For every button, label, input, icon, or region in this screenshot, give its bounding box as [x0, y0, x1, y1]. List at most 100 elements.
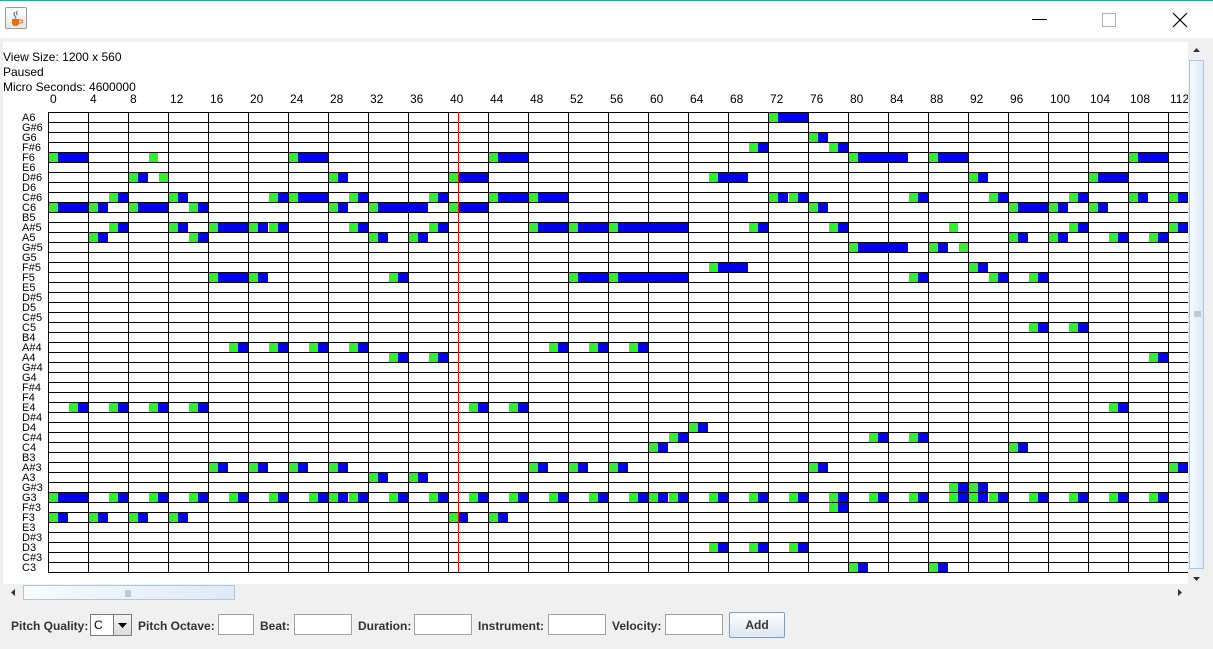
- note-start: [1029, 273, 1038, 282]
- note-start: [829, 493, 838, 502]
- note-start: [49, 513, 58, 522]
- note-body: [658, 493, 668, 502]
- duration-field[interactable]: [414, 614, 472, 635]
- note-body: [758, 223, 768, 232]
- note-start: [789, 543, 798, 552]
- note-body: [578, 273, 608, 282]
- note-body: [698, 423, 708, 432]
- piano-roll-grid[interactable]: 0 4 8 12 16 20 24 28 32 36 40 44 48 52 56 60 64 68 72 76 80 8…: [3, 42, 1188, 584]
- pitch-label: C3: [22, 562, 36, 574]
- maximize-button[interactable]: [1086, 1, 1132, 38]
- note-body: [198, 233, 208, 242]
- scroll-right-icon[interactable]: [1171, 584, 1188, 601]
- note-start: [709, 263, 718, 272]
- note-body: [978, 483, 988, 492]
- beat-label: 64: [690, 92, 704, 106]
- note-start: [969, 173, 978, 182]
- vertical-scrollbar[interactable]: [1188, 42, 1205, 587]
- beat-label: 104: [1090, 92, 1110, 106]
- minimize-button[interactable]: [1017, 1, 1063, 38]
- pitch-quality-select[interactable]: C: [90, 614, 132, 636]
- note-body: [438, 353, 448, 362]
- note-start: [1109, 233, 1118, 242]
- note-body: [818, 133, 828, 142]
- note-start: [959, 243, 968, 252]
- note-body: [958, 493, 968, 502]
- note-start: [149, 403, 158, 412]
- note-body: [978, 173, 988, 182]
- note-start: [549, 493, 558, 502]
- note-body: [798, 193, 808, 202]
- note-body: [798, 543, 808, 552]
- note-body: [218, 223, 248, 232]
- note-body: [578, 223, 608, 232]
- note-body: [198, 403, 208, 412]
- note-body: [138, 513, 148, 522]
- scroll-up-icon[interactable]: [1188, 42, 1205, 59]
- note-body: [1078, 493, 1088, 502]
- note-start: [289, 193, 298, 202]
- note-body: [658, 443, 668, 452]
- horizontal-scroll-thumb[interactable]: [23, 585, 235, 600]
- note-start: [189, 493, 198, 502]
- note-body: [498, 153, 528, 162]
- java-cup-icon[interactable]: [5, 7, 27, 29]
- chevron-down-icon[interactable]: [113, 615, 131, 635]
- piano-roll-view[interactable]: View Size: 1200 x 560 Paused Micro Secon…: [3, 42, 1188, 584]
- note-start: [469, 493, 478, 502]
- note-start: [209, 273, 218, 282]
- note-start: [89, 513, 98, 522]
- note-start: [709, 493, 718, 502]
- scroll-left-icon[interactable]: [5, 584, 22, 601]
- add-button[interactable]: Add: [729, 612, 785, 638]
- note-body: [878, 433, 888, 442]
- note-body: [538, 463, 548, 472]
- note-body: [498, 193, 528, 202]
- note-body: [1058, 233, 1068, 242]
- note-body: [538, 193, 568, 202]
- note-body: [798, 493, 808, 502]
- pitch-octave-field[interactable]: [218, 614, 254, 635]
- note-start: [1129, 153, 1138, 162]
- note-body: [358, 343, 368, 352]
- note-start: [1169, 463, 1178, 472]
- beat-label: 100: [1050, 92, 1070, 106]
- note-start: [609, 463, 618, 472]
- note-start: [49, 153, 58, 162]
- note-start: [349, 493, 358, 502]
- note-start: [209, 463, 218, 472]
- note-body: [518, 493, 528, 502]
- note-body: [118, 493, 128, 502]
- note-body: [278, 493, 288, 502]
- scroll-down-icon[interactable]: [1188, 570, 1205, 587]
- note-start: [1069, 323, 1078, 332]
- velocity-field[interactable]: [665, 614, 723, 635]
- note-body: [638, 343, 648, 352]
- note-body: [1118, 233, 1128, 242]
- note-start: [969, 263, 978, 272]
- note-start: [769, 113, 778, 122]
- note-body: [858, 153, 908, 162]
- vertical-scroll-thumb[interactable]: [1189, 60, 1204, 569]
- beat-label: 56: [610, 92, 624, 106]
- note-body: [338, 493, 348, 502]
- beat-field[interactable]: [294, 614, 352, 635]
- note-body: [878, 493, 888, 502]
- note-start: [1109, 403, 1118, 412]
- horizontal-scrollbar[interactable]: [5, 584, 1188, 601]
- note-start: [289, 463, 298, 472]
- note-start: [109, 493, 118, 502]
- note-body: [58, 203, 88, 212]
- note-body: [278, 223, 288, 232]
- note-start: [749, 543, 758, 552]
- note-start: [329, 173, 338, 182]
- note-start: [1069, 493, 1078, 502]
- note-start: [129, 203, 138, 212]
- note-start: [1009, 203, 1018, 212]
- note-start: [789, 493, 798, 502]
- close-button[interactable]: [1157, 1, 1203, 38]
- note-start: [349, 343, 358, 352]
- note-start: [709, 173, 718, 182]
- instrument-field[interactable]: [548, 614, 606, 635]
- beat-label: 4: [90, 92, 97, 106]
